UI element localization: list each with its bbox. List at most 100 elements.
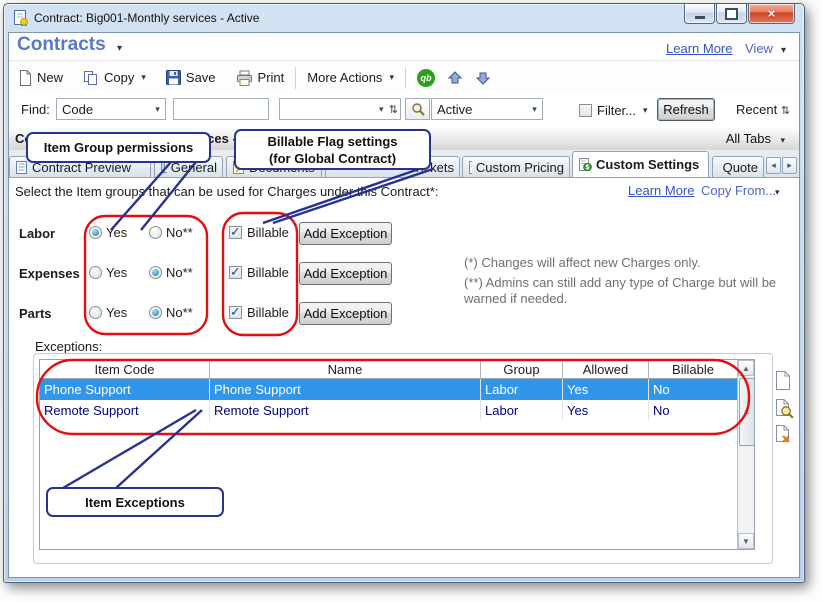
recent-menu[interactable]: Recent ⇅ — [736, 102, 792, 117]
search-button[interactable] — [405, 98, 430, 120]
find-secondary-combo[interactable]: ▾ ⇅ — [279, 98, 401, 120]
window-title: Contract: Big001-Monthly services - Acti… — [34, 11, 259, 25]
parts-yes-radio[interactable]: Yes — [89, 305, 127, 320]
checkbox-icon — [229, 266, 242, 279]
view-menu[interactable]: View — [745, 41, 773, 56]
all-tabs-menu[interactable]: All Tabs — [726, 131, 771, 146]
checkbox-icon — [229, 306, 242, 319]
expenses-billable-checkbox[interactable]: Billable — [229, 265, 289, 280]
minimize-icon — [695, 16, 705, 19]
labor-no-radio[interactable]: No** — [149, 225, 193, 240]
column-header[interactable]: Billable — [649, 360, 737, 378]
new-button[interactable]: New — [13, 67, 69, 89]
footnote-1: (*) Changes will affect new Charges only… — [464, 255, 800, 271]
column-header[interactable]: Allowed — [563, 360, 649, 378]
radio-icon — [89, 226, 102, 239]
labor-add-exception-button[interactable]: Add Exception — [299, 222, 392, 245]
radio-icon — [149, 306, 162, 319]
find-label: Find: — [21, 102, 50, 117]
learn-more-link-content[interactable]: Learn More — [628, 183, 694, 198]
status-filter-combo[interactable]: Active ▾ — [431, 98, 543, 120]
chevron-down-icon[interactable]: ▾ — [781, 45, 786, 56]
callout-item-group-permissions: Item Group permissions — [26, 132, 211, 163]
table-row[interactable]: Phone Support Phone Support Labor Yes No — [40, 379, 754, 400]
copy-from-menu[interactable]: Copy From... — [701, 183, 776, 198]
tab-quote[interactable]: " Quote — [712, 156, 764, 177]
more-actions-button[interactable]: More Actions▾ — [301, 67, 400, 88]
table-header: Item Code Name Group Allowed Billable — [40, 360, 754, 379]
radio-icon — [89, 306, 102, 319]
view-exception-button[interactable] — [775, 399, 795, 421]
tab-custom-pricing[interactable]: $ Custom Pricing — [462, 156, 570, 177]
scroll-down-icon[interactable]: ▼ — [738, 533, 754, 549]
arrow-down-icon — [475, 70, 491, 86]
group-label: Expenses — [19, 266, 80, 281]
quickbooks-button[interactable]: qb — [411, 66, 441, 90]
column-header[interactable]: Group — [481, 360, 563, 378]
expenses-no-radio[interactable]: No** — [149, 265, 193, 280]
expenses-yes-radio[interactable]: Yes — [89, 265, 127, 280]
permission-row-parts: Parts Yes No** Billable Add Exception — [9, 301, 429, 327]
next-record-button[interactable] — [469, 67, 497, 89]
tab-scroll-left-button[interactable]: ◂ — [766, 157, 781, 174]
refresh-button[interactable]: Refresh — [657, 98, 715, 121]
table-row[interactable]: Remote Support Remote Support Labor Yes … — [40, 400, 754, 421]
exceptions-label: Exceptions: — [35, 339, 102, 354]
permission-row-expenses: Expenses Yes No** Billable Add Exception — [9, 261, 429, 287]
custom-settings-tab-icon: $ — [578, 158, 592, 171]
callout-billable-flag-settings: Billable Flag settings (for Global Contr… — [234, 129, 431, 170]
labor-yes-radio[interactable]: Yes — [89, 225, 127, 240]
close-button[interactable]: × — [748, 4, 795, 24]
scroll-up-icon[interactable]: ▲ — [738, 360, 754, 376]
app-body: Contracts ▾ Learn More View ▾ New Copy▾ — [8, 32, 800, 578]
column-header[interactable]: Item Code — [40, 360, 210, 378]
labor-billable-checkbox[interactable]: Billable — [229, 225, 289, 240]
contract-window: Contract: Big001-Monthly services - Acti… — [3, 3, 805, 583]
copy-icon — [83, 70, 99, 86]
chevron-down-icon: ▾ — [374, 104, 389, 115]
find-field-combo[interactable]: Code ▾ — [56, 98, 166, 120]
tab-scroll-right-button[interactable]: ▸ — [782, 157, 797, 174]
chevron-down-icon[interactable]: ▾ — [780, 135, 785, 146]
expenses-add-exception-button[interactable]: Add Exception — [299, 262, 392, 285]
delete-exception-button[interactable] — [775, 425, 795, 447]
arrow-up-icon — [447, 70, 463, 86]
filter-checkbox-box — [579, 104, 592, 117]
parts-add-exception-button[interactable]: Add Exception — [299, 302, 392, 325]
tab-scroll-right-icon: ▸ — [787, 160, 792, 171]
scrollbar-thumb[interactable]: ≡ — [739, 378, 755, 446]
restore-button[interactable] — [716, 4, 747, 24]
filter-checkbox[interactable]: Filter... ▾ — [579, 103, 648, 118]
tab-custom-settings[interactable]: $ Custom Settings — [572, 151, 709, 177]
print-button[interactable]: Print — [230, 67, 291, 89]
chevron-down-icon[interactable]: ▾ — [775, 187, 780, 198]
find-value-input[interactable] — [173, 98, 269, 120]
new-exception-button[interactable] — [775, 371, 795, 393]
exceptions-table: Item Code Name Group Allowed Billable Ph… — [39, 359, 755, 550]
main-toolbar: New Copy▾ Save — [9, 60, 799, 95]
radio-icon — [89, 266, 102, 279]
copy-button[interactable]: Copy▾ — [77, 67, 152, 89]
title-bar[interactable]: Contract: Big001-Monthly services - Acti… — [4, 4, 804, 32]
quote-tab-icon: " — [718, 161, 719, 174]
parts-no-radio[interactable]: No** — [149, 305, 193, 320]
group-label: Parts — [19, 306, 52, 321]
chevron-down-icon: ▾ — [389, 72, 394, 83]
save-button[interactable]: Save — [160, 67, 222, 88]
parts-billable-checkbox[interactable]: Billable — [229, 305, 289, 320]
restore-icon — [725, 8, 738, 20]
minimize-button[interactable] — [684, 4, 715, 24]
group-label: Labor — [19, 226, 55, 241]
custom-pricing-tab-icon: $ — [468, 161, 472, 174]
sort-updown-icon: ⇅ — [781, 105, 790, 117]
page-delete-icon — [775, 425, 792, 444]
new-page-icon — [775, 371, 791, 390]
learn-more-link-top[interactable]: Learn More — [666, 41, 732, 56]
table-scrollbar[interactable]: ▲ ≡ ▼ — [737, 360, 754, 549]
chevron-down-icon[interactable]: ▾ — [117, 43, 122, 54]
svg-text:$: $ — [586, 164, 590, 171]
permission-row-labor: Labor Yes No** Billable Add Exception — [9, 221, 429, 247]
column-header[interactable]: Name — [210, 360, 481, 378]
radio-icon — [149, 226, 162, 239]
previous-record-button[interactable] — [441, 67, 469, 89]
